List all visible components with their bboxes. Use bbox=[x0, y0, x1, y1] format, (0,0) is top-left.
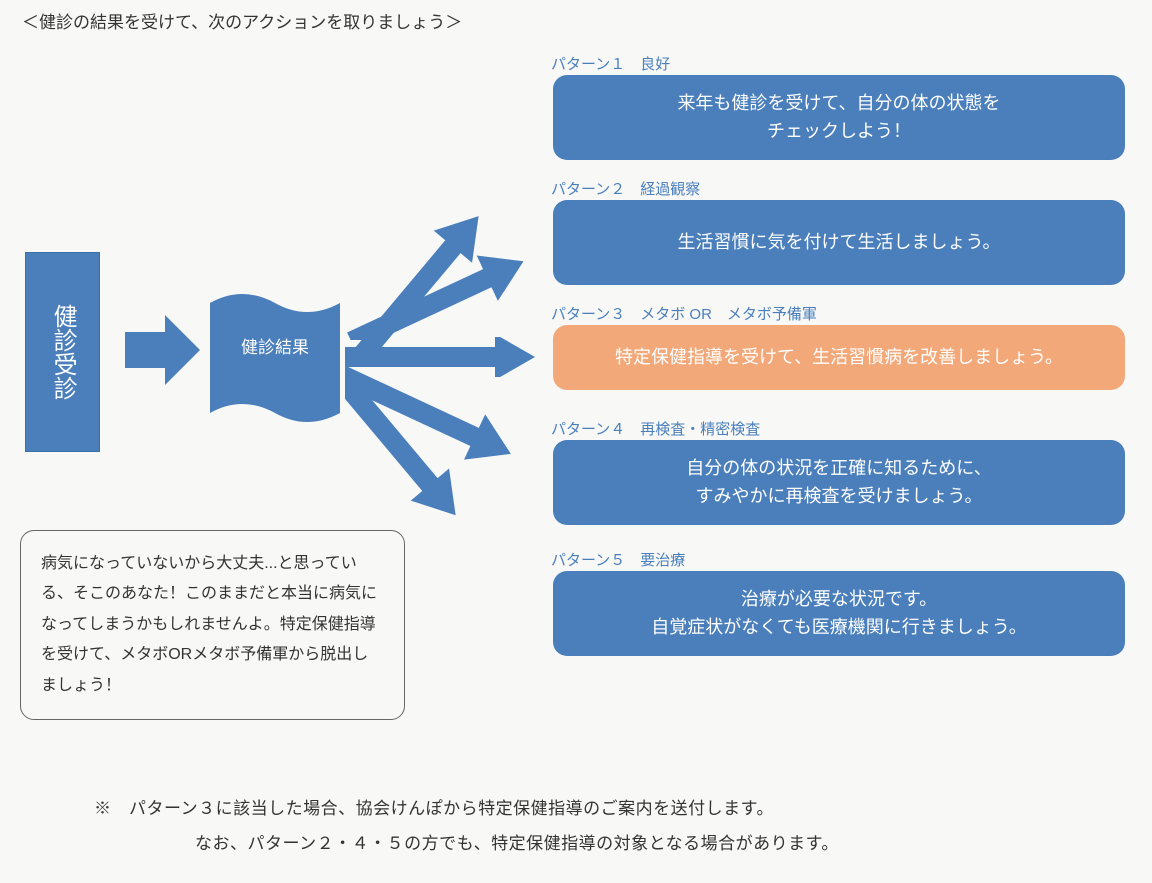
pattern-5-text: 治療が必要な状況です。 自覚症状がなくても医療機関に行きましょう。 bbox=[651, 586, 1026, 642]
pattern-3-label: パターン３ メタボ OR メタボ予備軍 bbox=[551, 303, 817, 324]
pattern-1-bubble: 来年も健診を受けて、自分の体の状態を チェックしよう！ bbox=[553, 75, 1125, 160]
checkup-box: 健診受診 bbox=[25, 252, 100, 452]
pattern-2-text: 生活習慣に気を付けて生活しましょう。 bbox=[678, 229, 1001, 257]
pattern-3-bubble: 特定保健指導を受けて、生活習慣病を改善しましょう。 bbox=[553, 325, 1125, 390]
note-text: 病気になっていないから大丈夫...と思っている、そこのあなた！このままだと本当に… bbox=[41, 555, 377, 694]
pattern-1-text: 来年も健診を受けて、自分の体の状態を チェックしよう！ bbox=[677, 90, 1000, 146]
pattern-4-label: パターン４ 再検査・精密検査 bbox=[551, 418, 760, 439]
arrow-right-icon bbox=[125, 315, 200, 385]
pattern-4-bubble: 自分の体の状況を正確に知るために、 すみやかに再検査を受けましょう。 bbox=[553, 440, 1125, 525]
pattern-2-label: パターン２ 経過観察 bbox=[551, 178, 700, 199]
pattern-1-label: パターン１ 良好 bbox=[551, 53, 670, 74]
page-title: ＜健診の結果を受けて、次のアクションを取りましょう＞ bbox=[22, 8, 462, 33]
note-box: 病気になっていないから大丈夫...と思っている、そこのあなた！このままだと本当に… bbox=[20, 530, 405, 720]
arrow-to-pattern-2-icon bbox=[345, 220, 545, 340]
pattern-3-text: 特定保健指導を受けて、生活習慣病を改善しましょう。 bbox=[615, 344, 1063, 372]
footer-line-1: ※ パターン３に該当した場合、協会けんぽから特定保健指導のご案内を送付します。 bbox=[94, 791, 774, 827]
pattern-4-text: 自分の体の状況を正確に知るために、 すみやかに再検査を受けましょう。 bbox=[686, 455, 991, 511]
result-label: 健診結果 bbox=[210, 333, 340, 358]
footer-line-2: なお、パターン２・４・５の方でも、特定保健指導の対象となる場合があります。 bbox=[160, 826, 839, 862]
pattern-2-bubble: 生活習慣に気を付けて生活しましょう。 bbox=[553, 200, 1125, 285]
pattern-5-bubble: 治療が必要な状況です。 自覚症状がなくても医療機関に行きましょう。 bbox=[553, 571, 1125, 656]
result-box: 健診結果 bbox=[210, 293, 340, 428]
pattern-5-label: パターン５ 要治療 bbox=[551, 549, 685, 570]
checkup-box-label: 健診受診 bbox=[41, 304, 84, 400]
